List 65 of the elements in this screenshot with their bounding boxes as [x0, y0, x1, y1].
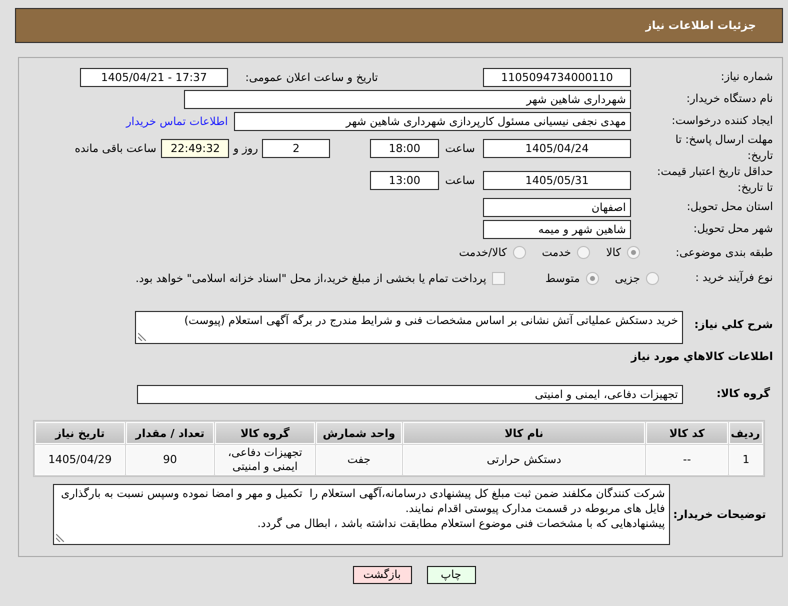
- back-button[interactable]: بازگشت: [352, 566, 412, 584]
- column-header: تعداد / مقدار: [126, 422, 214, 444]
- table-cell: 90: [126, 445, 214, 475]
- option-label: کالا: [606, 246, 621, 259]
- checkbox[interactable]: [492, 272, 506, 284]
- radio-button[interactable]: [586, 272, 599, 284]
- value-field: اصفهان: [483, 198, 631, 216]
- field-label: شهر محل تحویل:: [692, 221, 773, 237]
- field-label: حداقل تاریخ اعتبار قیمت: تا تاریخ:: [656, 164, 773, 196]
- value-field: 1405/04/21 - 17:37: [80, 68, 228, 86]
- column-header: گروه کالا: [215, 422, 315, 444]
- field-label: شرح کلي نياز:: [693, 317, 773, 333]
- table-cell: 1405/04/29: [35, 445, 125, 475]
- value-field: 18:00: [370, 138, 440, 158]
- option-label: جزیی: [614, 272, 640, 284]
- description-box: خرید دستکش عملیاتی آتش نشانی بر اساس مشخصات فنی و شرایط مندرج در برگه آگهی استعلام (پیوست): [135, 311, 683, 344]
- field-label: نام دستگاه خریدار:: [685, 91, 773, 107]
- days-label: روز و: [233, 142, 258, 154]
- column-header: ردیف: [729, 422, 763, 444]
- value-field: تجهیزات دفاعی، ایمنی و امنیتی: [137, 384, 683, 404]
- table-cell: دستکش حرارتی: [403, 445, 645, 475]
- field-label: گروه کالا:: [715, 386, 770, 402]
- value-field: مهدی نجفی نیسیانی مسئول کارپردازی شهرداری شاهین شهر: [234, 112, 631, 130]
- value-field: 1405/04/24: [483, 138, 631, 158]
- table-cell: 1: [729, 445, 763, 475]
- column-header: نام کالا: [403, 422, 645, 444]
- field-label: طبقه بندی موضوعی:: [674, 244, 773, 260]
- option-label: متوسط: [545, 272, 580, 284]
- option-label: کالا/خدمت: [459, 246, 507, 259]
- value-field: 2: [262, 138, 330, 158]
- radio-button[interactable]: [627, 246, 640, 259]
- print-button[interactable]: چاپ: [426, 566, 476, 584]
- table-cell: --: [646, 445, 728, 475]
- field-label: مهلت ارسال پاسخ: تا تاریخ:: [674, 132, 773, 164]
- value-field: شاهین شهر و میمه: [483, 220, 631, 238]
- field-label: نوع فرآیند خرید :: [694, 270, 773, 286]
- time-label: ساعت: [445, 142, 475, 154]
- column-header: تاریخ نیاز: [35, 422, 125, 444]
- value-field: 1105094734000110: [483, 68, 631, 86]
- field-label: توضیحات خریدار:: [676, 506, 766, 522]
- value-field: 22:49:32: [161, 138, 230, 158]
- notes-box: شرکت کنندگان مکلفند ضمن ثبت مبلغ کل پیشنهادی درسامانه،آگهی استعلام را تکمیل و مهر و امضا نموده وسپس نسبت به بارگذاری فایل های مربوطه در قسمت مدارک پیوستی اقدام نمایند. پیشنهادهایی که با مشخصات فنی موضوع استعلام مطابقت نداشته باشد ، ابطال می گردد.: [53, 484, 670, 545]
- checkbox-label: پرداخت تمام یا بخشی از مبلغ خرید،از محل "اسناد خزانه اسلامی" خواهد بود.: [136, 272, 486, 284]
- table-cell: تجهیزات دفاعی، ایمنی و امنیتی: [215, 445, 315, 475]
- field-label: استان محل تحویل:: [686, 199, 773, 215]
- radio-button[interactable]: [512, 246, 526, 259]
- value-field: 13:00: [370, 170, 440, 190]
- remaining-label: ساعت باقی مانده: [74, 142, 156, 154]
- radio-button[interactable]: [646, 272, 659, 284]
- contact-link[interactable]: اطلاعات تماس خریدار: [126, 114, 228, 128]
- value-field: شهرداری شاهین شهر: [184, 90, 631, 108]
- column-header: کد کالا: [646, 422, 728, 444]
- field-label: ایجاد کننده درخواست:: [670, 113, 773, 129]
- page-title: جزئیات اطلاعات نیاز: [646, 19, 756, 32]
- section-title: اطلاعات کالاهاي مورد نياز: [631, 349, 773, 365]
- resize-grip-icon[interactable]: [138, 333, 146, 341]
- option-label: خدمت: [542, 246, 572, 259]
- column-header: واحد شمارش: [316, 422, 402, 444]
- value-field: 1405/05/31: [483, 170, 631, 190]
- field-label: تاریخ و ساعت اعلان عمومی:: [244, 70, 378, 84]
- field-label: شماره نیاز:: [720, 69, 773, 85]
- resize-grip-icon[interactable]: [56, 534, 64, 542]
- radio-button[interactable]: [577, 246, 590, 259]
- table-cell: جفت: [316, 445, 402, 475]
- time-label: ساعت: [445, 174, 475, 186]
